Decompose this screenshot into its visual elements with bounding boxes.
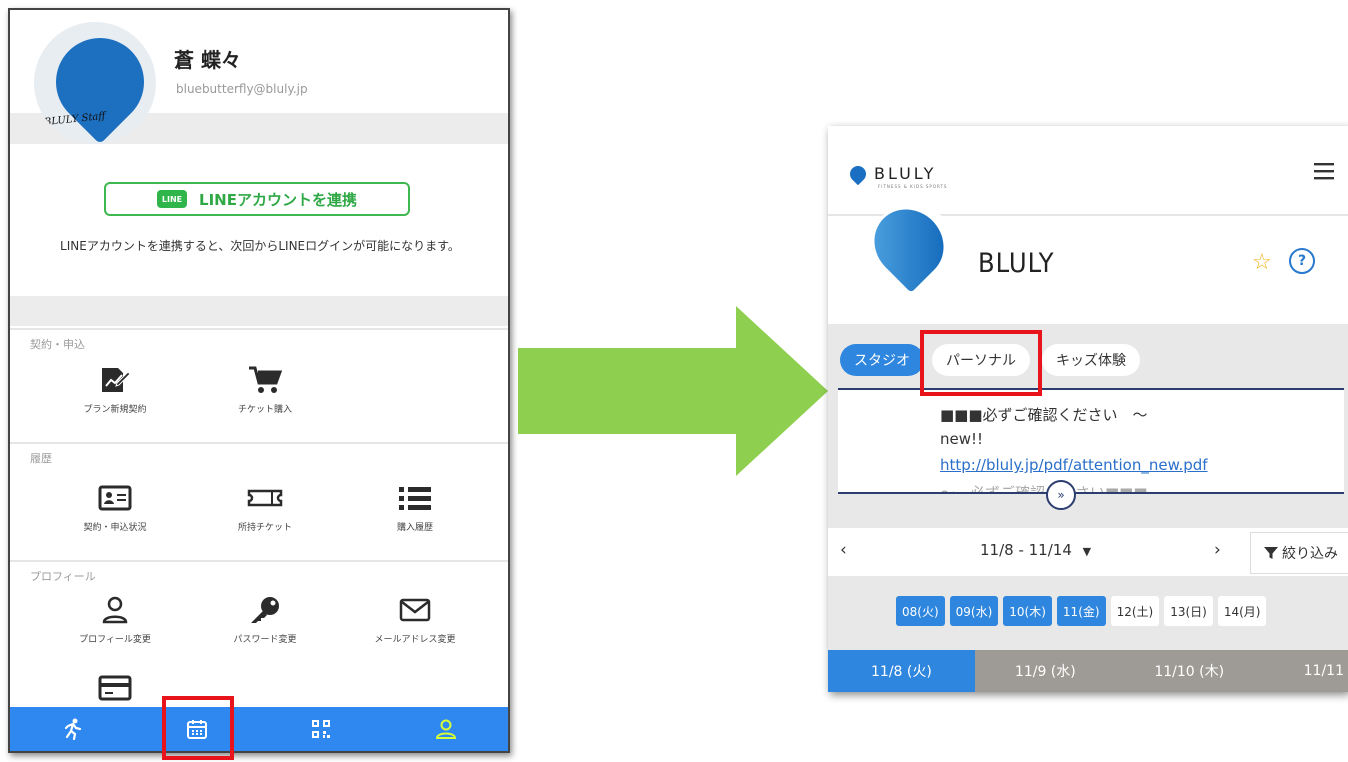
chevron-down-icon: ▼	[1082, 545, 1092, 558]
date-chip[interactable]: 09(水)	[949, 596, 999, 626]
qr-code-icon	[312, 720, 331, 738]
week-range-select[interactable]: 11/8 - 11/14 ▼	[980, 541, 1091, 559]
day-tab[interactable]: 11/8 (火)	[828, 650, 975, 692]
date-selector: 08(火) 09(水) 10(木) 11(金) 12(土) 13(日) 14(月…	[896, 596, 1267, 626]
menu-label: プラン新規契約	[83, 405, 147, 415]
line-link-section: LINE LINEアカウントを連携 LINEアカウントを連携すると、次回からLI…	[10, 144, 508, 296]
week-navigation: ‹ 11/8 - 11/14 ▼ › 絞り込み	[828, 528, 1348, 576]
profile-edit-button[interactable]: プロフィール変更	[40, 594, 190, 645]
site-logo-tagline: FITNESS & KIDS SPORTS	[878, 184, 948, 189]
tab-studio[interactable]: スタジオ	[840, 344, 924, 376]
notice-text: ～ 必ずご確認ください■■■	[940, 484, 1148, 494]
star-icon[interactable]: ☆	[1252, 250, 1272, 275]
user-icon	[40, 594, 190, 626]
day-tab[interactable]: 11/11	[1262, 650, 1348, 692]
help-icon[interactable]: ?	[1289, 248, 1315, 274]
owned-tickets-button[interactable]: 所持チケット	[190, 482, 340, 533]
password-change-button[interactable]: パスワード変更	[190, 594, 340, 645]
profile-section: プロフィール プロフィール変更 パスワード変更 メールアドレス変更	[10, 560, 508, 722]
highlight-box-personal-tab	[920, 330, 1042, 396]
menu-label: パスワード変更	[233, 635, 297, 645]
notice-box: ■■■必ずご確認ください ～ new!! http://bluly.jp/pdf…	[838, 388, 1344, 494]
menu-label: チケット購入	[237, 405, 292, 415]
line-link-description: LINEアカウントを連携すると、次回からLINEログインが可能になります。	[60, 239, 460, 253]
avatar: BLULY Staff	[34, 22, 156, 144]
next-week-button[interactable]: ›	[1214, 540, 1221, 560]
site-header: BLULY FITNESS & KIDS SPORTS	[828, 126, 1348, 216]
site-logo[interactable]: BLULY	[874, 164, 936, 183]
filter-button[interactable]: 絞り込み	[1250, 532, 1348, 574]
line-link-label: LINEアカウントを連携	[199, 190, 357, 209]
section-label: 契約・申込	[30, 338, 85, 351]
list-icon	[340, 482, 490, 514]
notice-text: ■■■必ずご確認ください ～	[940, 406, 1148, 424]
day-tabs: 11/8 (火) 11/9 (水) 11/10 (木) 11/11	[828, 650, 1348, 692]
week-range-label: 11/8 - 11/14	[980, 541, 1072, 559]
user-email: bluebutterfly@bluly.jp	[176, 82, 308, 96]
reservation-screen: BLULY FITNESS & KIDS SPORTS BLULY ☆ ? スタ…	[828, 126, 1348, 692]
day-tab[interactable]: 11/10 (木)	[1115, 650, 1263, 692]
bluly-logo-icon	[846, 162, 870, 186]
ticket-purchase-button[interactable]: チケット購入	[190, 364, 340, 415]
day-tab[interactable]: 11/9 (水)	[974, 650, 1116, 692]
ticket-icon	[190, 482, 340, 514]
content-background	[828, 324, 1348, 692]
menu-label: プロフィール変更	[79, 635, 151, 645]
filter-icon	[1264, 547, 1278, 559]
studio-name: BLULY	[978, 248, 1055, 279]
menu-label: 所持チケット	[237, 523, 292, 533]
running-icon	[65, 718, 82, 740]
menu-button[interactable]	[1314, 162, 1334, 184]
user-icon	[435, 719, 456, 739]
arrow-right-icon	[518, 306, 828, 476]
date-chip[interactable]: 13(日)	[1164, 596, 1213, 626]
double-chevron-down-icon: »	[1057, 488, 1065, 502]
line-link-button[interactable]: LINE LINEアカウントを連携	[104, 182, 410, 216]
bottom-nav	[10, 707, 508, 751]
contract-sign-icon	[40, 364, 190, 396]
date-chip[interactable]: 11(金)	[1056, 596, 1106, 626]
previous-week-button[interactable]: ‹	[840, 540, 847, 560]
date-chip[interactable]: 10(木)	[1003, 596, 1052, 626]
date-chip[interactable]: 08(火)	[896, 596, 945, 626]
tab-kids-trial[interactable]: キッズ体験	[1042, 344, 1140, 376]
line-logo-icon: LINE	[157, 190, 188, 208]
new-plan-contract-button[interactable]: プラン新規契約	[40, 364, 190, 415]
contract-status-button[interactable]: 契約・申込状況	[40, 482, 190, 533]
user-name: 蒼 蝶々	[174, 48, 241, 72]
contract-section: 契約・申込 プラン新規契約 チケット購入	[10, 328, 508, 444]
highlight-box-calendar	[162, 696, 234, 760]
history-section: 履歴 契約・申込状況 所持チケット 購入履歴	[10, 442, 508, 562]
date-chip[interactable]: 12(土)	[1110, 596, 1160, 626]
key-icon	[190, 594, 340, 626]
menu-label: 購入履歴	[396, 523, 433, 533]
mypage-screen: BLULY Staff 蒼 蝶々 bluebutterfly@bluly.jp …	[8, 8, 510, 753]
nav-qr[interactable]	[259, 707, 384, 751]
cart-icon	[190, 364, 340, 396]
expand-notice-button[interactable]: »	[1046, 480, 1076, 510]
filter-label: 絞り込み	[1282, 546, 1338, 562]
section-label: 履歴	[30, 452, 52, 465]
nav-activity[interactable]	[10, 707, 135, 751]
nav-mypage[interactable]	[384, 707, 509, 751]
studio-logo	[860, 195, 962, 306]
purchase-history-button[interactable]: 購入履歴	[340, 482, 490, 533]
menu-label: 契約・申込状況	[83, 523, 147, 533]
date-chip[interactable]: 14(月)	[1217, 596, 1267, 626]
notice-link[interactable]: http://bluly.jp/pdf/attention_new.pdf	[940, 456, 1208, 474]
id-card-icon	[40, 482, 190, 514]
notice-text: new!!	[940, 430, 984, 448]
envelope-icon	[340, 594, 490, 626]
profile-header: BLULY Staff 蒼 蝶々 bluebutterfly@bluly.jp	[10, 10, 508, 144]
section-label: プロフィール	[30, 570, 96, 583]
hamburger-icon	[1314, 163, 1334, 180]
menu-label: メールアドレス変更	[374, 635, 456, 645]
email-change-button[interactable]: メールアドレス変更	[340, 594, 490, 645]
divider-band	[10, 296, 508, 326]
